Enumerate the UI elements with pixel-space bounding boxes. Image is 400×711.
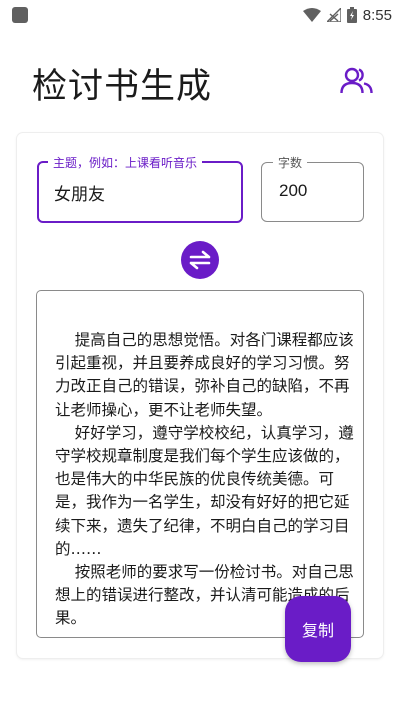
status-icons: 8:55 [302, 4, 392, 26]
topic-input-value[interactable]: 女朋友 [54, 180, 105, 205]
people-icon [340, 67, 373, 94]
status-bar: 8:55 [0, 0, 400, 30]
word-count-input[interactable] [261, 162, 364, 222]
status-time: 8:55 [362, 6, 392, 24]
swap-button[interactable] [181, 241, 219, 279]
signal-icon [326, 8, 341, 22]
output-text: 提高自己的思想觉悟。对各门课程都应该引起重视，并且要养成良好的学习习惯。努力改正… [55, 331, 354, 628]
wifi-icon [302, 8, 321, 22]
battery-icon [346, 7, 357, 23]
topic-input-label: 主题，例如：上课看听音乐 [48, 154, 203, 171]
app-notification-icon [12, 7, 28, 23]
people-button[interactable] [340, 66, 374, 96]
swap-arrows-icon [189, 250, 211, 270]
copy-button[interactable]: 复制 [285, 596, 351, 662]
word-count-value[interactable]: 200 [279, 181, 307, 201]
output-textarea[interactable]: 提高自己的思想觉悟。对各门课程都应该引起重视，并且要养成良好的学习习惯。努力改正… [36, 290, 364, 638]
page-title: 检讨书生成 [32, 67, 213, 107]
word-count-label: 字数 [273, 154, 308, 171]
